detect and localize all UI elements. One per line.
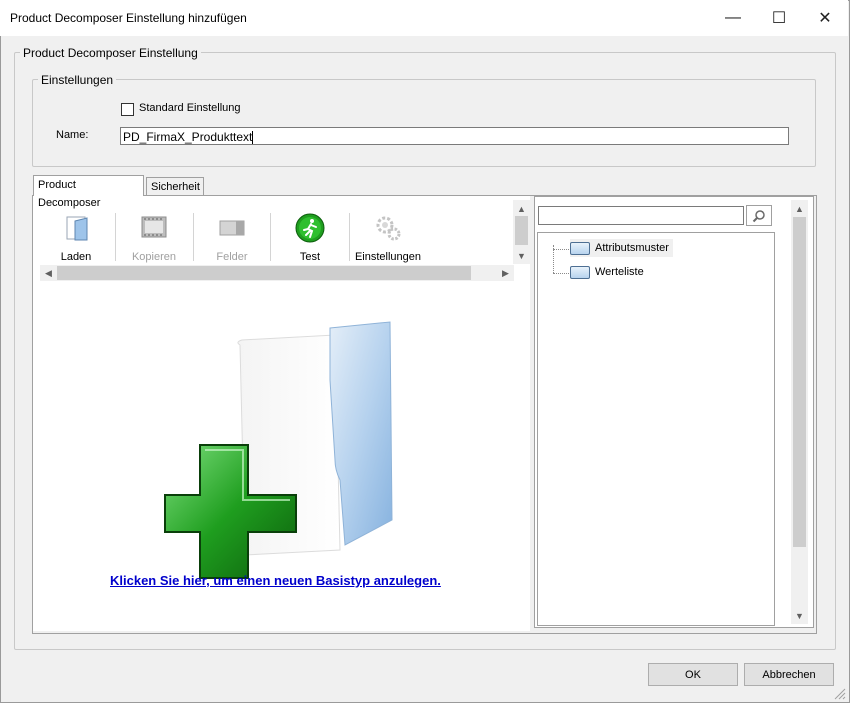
tree-item-label: Attributsmuster: [595, 242, 669, 254]
scroll-down-arrow-icon[interactable]: ▼: [513, 247, 530, 264]
toolbar-separator: [115, 213, 116, 261]
tree-view[interactable]: [537, 232, 775, 626]
toolbar-separator: [193, 213, 194, 261]
toolbar-einstellungen-label: Einstellungen: [354, 251, 422, 263]
gears-icon: [376, 216, 401, 241]
scroll-right-arrow-icon[interactable]: ▶: [497, 265, 514, 281]
settings-group-legend: Einstellungen: [38, 73, 117, 87]
text-caret: [252, 131, 254, 145]
tree-connector: [553, 249, 569, 250]
tree-item-werteliste[interactable]: Werteliste: [570, 263, 644, 281]
window-title: Product Decomposer Einstellung hinzufüge…: [10, 11, 247, 25]
toolbar-test-label: Test: [299, 251, 321, 263]
scroll-thumb[interactable]: [793, 217, 806, 547]
ok-button[interactable]: OK: [648, 663, 738, 686]
search-button[interactable]: [746, 205, 772, 226]
tab-sicherheit[interactable]: Sicherheit: [146, 177, 204, 196]
new-basistyp-illustration[interactable]: [150, 320, 400, 580]
toolbar-test-button[interactable]: Test: [284, 213, 336, 263]
scroll-up-arrow-icon[interactable]: ▲: [513, 200, 530, 217]
scroll-down-arrow-icon[interactable]: ▼: [791, 607, 808, 624]
resize-grip-icon[interactable]: [832, 686, 846, 700]
toolbar-kopieren-label: Kopieren: [131, 251, 177, 263]
tree-search-input[interactable]: [538, 206, 744, 225]
name-label: Name:: [56, 129, 89, 141]
tree-item-label: Werteliste: [595, 266, 644, 278]
toolbar-felder-label: Felder: [216, 251, 248, 263]
folder-open-icon: [66, 216, 88, 241]
running-man-icon: [295, 213, 325, 243]
search-icon: [752, 209, 765, 222]
outer-group-legend: Product Decomposer Einstellung: [20, 46, 201, 60]
toolbar-kopieren-button[interactable]: Kopieren: [126, 213, 182, 263]
close-button[interactable]: ✕: [802, 0, 848, 36]
scroll-left-arrow-icon[interactable]: ◀: [40, 265, 57, 281]
cancel-button[interactable]: Abbrechen: [744, 663, 834, 686]
standard-checkbox[interactable]: [121, 103, 134, 116]
settings-groupbox: [32, 79, 816, 167]
class-node-icon: [570, 265, 590, 279]
minimize-button[interactable]: —: [710, 0, 756, 36]
title-bar[interactable]: Product Decomposer Einstellung hinzufüge…: [0, 0, 848, 36]
toolbar-laden-button[interactable]: Laden: [50, 213, 102, 263]
tree-item-attributsmuster[interactable]: Attributsmuster: [570, 239, 673, 257]
create-basistyp-link[interactable]: Klicken Sie hier, um einen neuen Basisty…: [110, 573, 441, 588]
class-node-icon: [570, 241, 590, 255]
fields-icon: [219, 220, 245, 236]
name-field[interactable]: PD_FirmaX_Produkttext: [120, 127, 789, 145]
name-field-value: PD_FirmaX_Produkttext: [123, 130, 253, 144]
maximize-button[interactable]: ☐: [756, 0, 802, 36]
toolbar-einstellungen-button[interactable]: Einstellungen: [354, 213, 422, 263]
toolbar-separator: [270, 213, 271, 261]
standard-checkbox-label[interactable]: Standard Einstellung: [139, 102, 241, 114]
toolbar-felder-button[interactable]: Felder: [206, 213, 258, 263]
copy-film-icon: [141, 216, 167, 238]
scroll-thumb[interactable]: [515, 216, 528, 245]
scroll-up-arrow-icon[interactable]: ▲: [791, 200, 808, 217]
toolbar-separator: [349, 213, 350, 261]
tree-connector: [553, 273, 569, 274]
tab-product-decomposer[interactable]: Product Decomposer: [33, 175, 144, 209]
scroll-thumb[interactable]: [57, 266, 471, 280]
toolbar-laden-label: Laden: [60, 251, 92, 263]
